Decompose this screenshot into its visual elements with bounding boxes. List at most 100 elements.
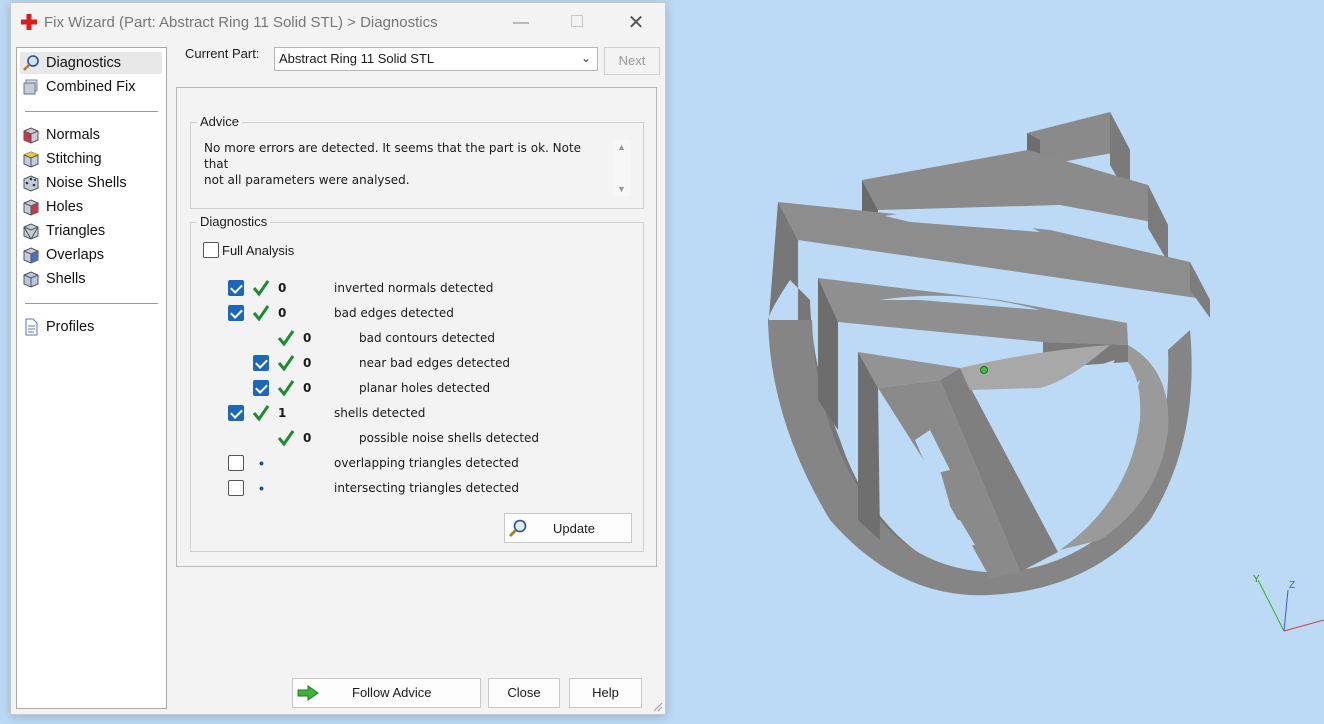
diagnostic-row: 1 shells detected bbox=[191, 403, 631, 423]
title-bar[interactable]: Fix Wizard (Part: Abstract Ring 11 Solid… bbox=[11, 3, 665, 41]
sidebar-divider bbox=[25, 303, 158, 304]
update-button[interactable]: Update bbox=[504, 513, 632, 543]
resize-grip-icon[interactable] bbox=[651, 700, 663, 712]
row-label: possible noise shells detected bbox=[359, 431, 540, 445]
pending-dot-icon: • bbox=[259, 455, 264, 471]
row-count: 0 bbox=[278, 306, 287, 320]
advice-title: Advice bbox=[197, 114, 243, 129]
scroll-down-icon[interactable]: ▼ bbox=[617, 184, 626, 194]
noise-shells-cube-icon bbox=[23, 175, 39, 192]
check-mark-icon bbox=[277, 380, 295, 397]
red-cross-icon bbox=[21, 14, 37, 30]
magnifier-icon bbox=[509, 519, 527, 537]
holes-cube-icon bbox=[23, 199, 39, 216]
row-label: bad contours detected bbox=[359, 331, 495, 345]
advice-text-line: not all parameters were analysed. bbox=[204, 173, 410, 187]
wizard-sidebar: Diagnostics Combined Fix Normals Stitchi… bbox=[16, 47, 167, 709]
row-count: 0 bbox=[303, 356, 312, 370]
row-checkbox[interactable] bbox=[228, 455, 244, 471]
sidebar-item-label: Stitching bbox=[46, 151, 102, 167]
sidebar-item-stitching[interactable]: Stitching bbox=[20, 148, 162, 170]
fix-wizard-window: Fix Wizard (Part: Abstract Ring 11 Solid… bbox=[10, 2, 666, 715]
magnifier-icon bbox=[23, 55, 39, 71]
diagnostics-panel: Advice No more errors are detected. It s… bbox=[176, 87, 657, 567]
row-label: planar holes detected bbox=[359, 381, 491, 395]
diagnostic-row: 0 possible noise shells detected bbox=[191, 428, 631, 448]
diagnostic-row: 0 near bad edges detected bbox=[191, 353, 631, 373]
full-analysis-checkbox[interactable]: Full Analysis bbox=[203, 242, 294, 258]
full-analysis-box[interactable] bbox=[203, 242, 219, 258]
document-icon bbox=[25, 318, 38, 336]
diagnostic-row: 0 bad contours detected bbox=[191, 328, 631, 348]
advice-scrollbar[interactable]: ▲ ▼ bbox=[613, 140, 631, 196]
row-label: bad edges detected bbox=[334, 306, 454, 320]
sidebar-item-holes[interactable]: Holes bbox=[20, 196, 162, 218]
check-mark-icon bbox=[277, 355, 295, 372]
maximize-icon bbox=[571, 15, 583, 27]
current-part-value: Abstract Ring 11 Solid STL bbox=[279, 51, 435, 66]
sidebar-item-shells[interactable]: Shells bbox=[20, 268, 162, 290]
row-label: shells detected bbox=[334, 406, 426, 420]
sidebar-item-label: Diagnostics bbox=[46, 55, 121, 71]
diagnostics-group: Diagnostics Full Analysis 0 inverted nor… bbox=[190, 214, 644, 552]
update-label: Update bbox=[553, 521, 595, 536]
close-button[interactable]: Close bbox=[488, 678, 560, 708]
sidebar-item-label: Profiles bbox=[46, 319, 95, 335]
row-checkbox[interactable] bbox=[228, 280, 244, 296]
row-count: 0 bbox=[303, 331, 312, 345]
axis-z-label: Z bbox=[1289, 580, 1296, 591]
window-title: Fix Wizard (Part: Abstract Ring 11 Solid… bbox=[44, 14, 438, 31]
current-part-label: Current Part: bbox=[185, 46, 260, 61]
row-count: 0 bbox=[278, 281, 287, 295]
sidebar-item-label: Overlaps bbox=[46, 247, 105, 263]
advice-text-line: No more errors are detected. It seems th… bbox=[204, 141, 582, 171]
check-mark-icon bbox=[277, 330, 295, 347]
minimize-button[interactable]: — bbox=[501, 9, 541, 37]
chevron-down-icon: ⌄ bbox=[580, 51, 591, 65]
sidebar-item-triangles[interactable]: Triangles bbox=[20, 220, 162, 242]
arrow-right-icon bbox=[297, 685, 319, 701]
full-analysis-label: Full Analysis bbox=[222, 242, 295, 258]
row-label: near bad edges detected bbox=[359, 356, 510, 370]
sidebar-item-noise-shells[interactable]: Noise Shells bbox=[20, 172, 162, 194]
check-mark-icon bbox=[252, 280, 270, 297]
help-button[interactable]: Help bbox=[569, 678, 642, 708]
diagnostic-row: • overlapping triangles detected bbox=[191, 453, 631, 473]
row-checkbox[interactable] bbox=[253, 355, 269, 371]
row-label: overlapping triangles detected bbox=[334, 456, 519, 470]
row-checkbox[interactable] bbox=[228, 405, 244, 421]
sidebar-item-combined-fix[interactable]: Combined Fix bbox=[20, 76, 162, 98]
sidebar-item-profiles[interactable]: Profiles bbox=[20, 316, 162, 338]
combined-fix-icon bbox=[23, 79, 38, 95]
row-count: 0 bbox=[303, 381, 312, 395]
sidebar-item-label: Shells bbox=[46, 271, 86, 287]
sidebar-item-label: Noise Shells bbox=[46, 175, 127, 191]
check-mark-icon bbox=[277, 430, 295, 447]
sidebar-item-overlaps[interactable]: Overlaps bbox=[20, 244, 162, 266]
row-checkbox[interactable] bbox=[253, 380, 269, 396]
scroll-up-icon[interactable]: ▲ bbox=[617, 142, 626, 152]
check-mark-icon bbox=[252, 305, 270, 322]
normals-cube-icon bbox=[23, 127, 39, 144]
next-button[interactable]: Next bbox=[604, 47, 660, 75]
triangles-cube-icon bbox=[23, 223, 39, 240]
close-window-button[interactable]: ✕ bbox=[616, 9, 656, 37]
row-checkbox[interactable] bbox=[228, 305, 244, 321]
follow-advice-button[interactable]: Follow Advice bbox=[292, 678, 481, 708]
sidebar-item-normals[interactable]: Normals bbox=[20, 124, 162, 146]
shells-cube-icon bbox=[23, 271, 39, 288]
diagnostic-row: 0 inverted normals detected bbox=[191, 278, 631, 298]
sidebar-item-label: Holes bbox=[46, 199, 84, 215]
row-count: 0 bbox=[303, 431, 312, 445]
diagnostic-row: • intersecting triangles detected bbox=[191, 478, 631, 498]
overlaps-cube-icon bbox=[23, 247, 39, 264]
sidebar-item-diagnostics[interactable]: Diagnostics bbox=[20, 52, 162, 74]
follow-advice-label: Follow Advice bbox=[352, 685, 432, 700]
maximize-button[interactable] bbox=[557, 9, 597, 37]
row-label: intersecting triangles detected bbox=[334, 481, 519, 495]
advice-text: No more errors are detected. It seems th… bbox=[204, 140, 604, 188]
diagnostics-title: Diagnostics bbox=[197, 214, 271, 229]
current-part-select[interactable]: Abstract Ring 11 Solid STL ⌄ bbox=[274, 47, 598, 71]
row-checkbox[interactable] bbox=[228, 480, 244, 496]
diagnostic-row: 0 planar holes detected bbox=[191, 378, 631, 398]
